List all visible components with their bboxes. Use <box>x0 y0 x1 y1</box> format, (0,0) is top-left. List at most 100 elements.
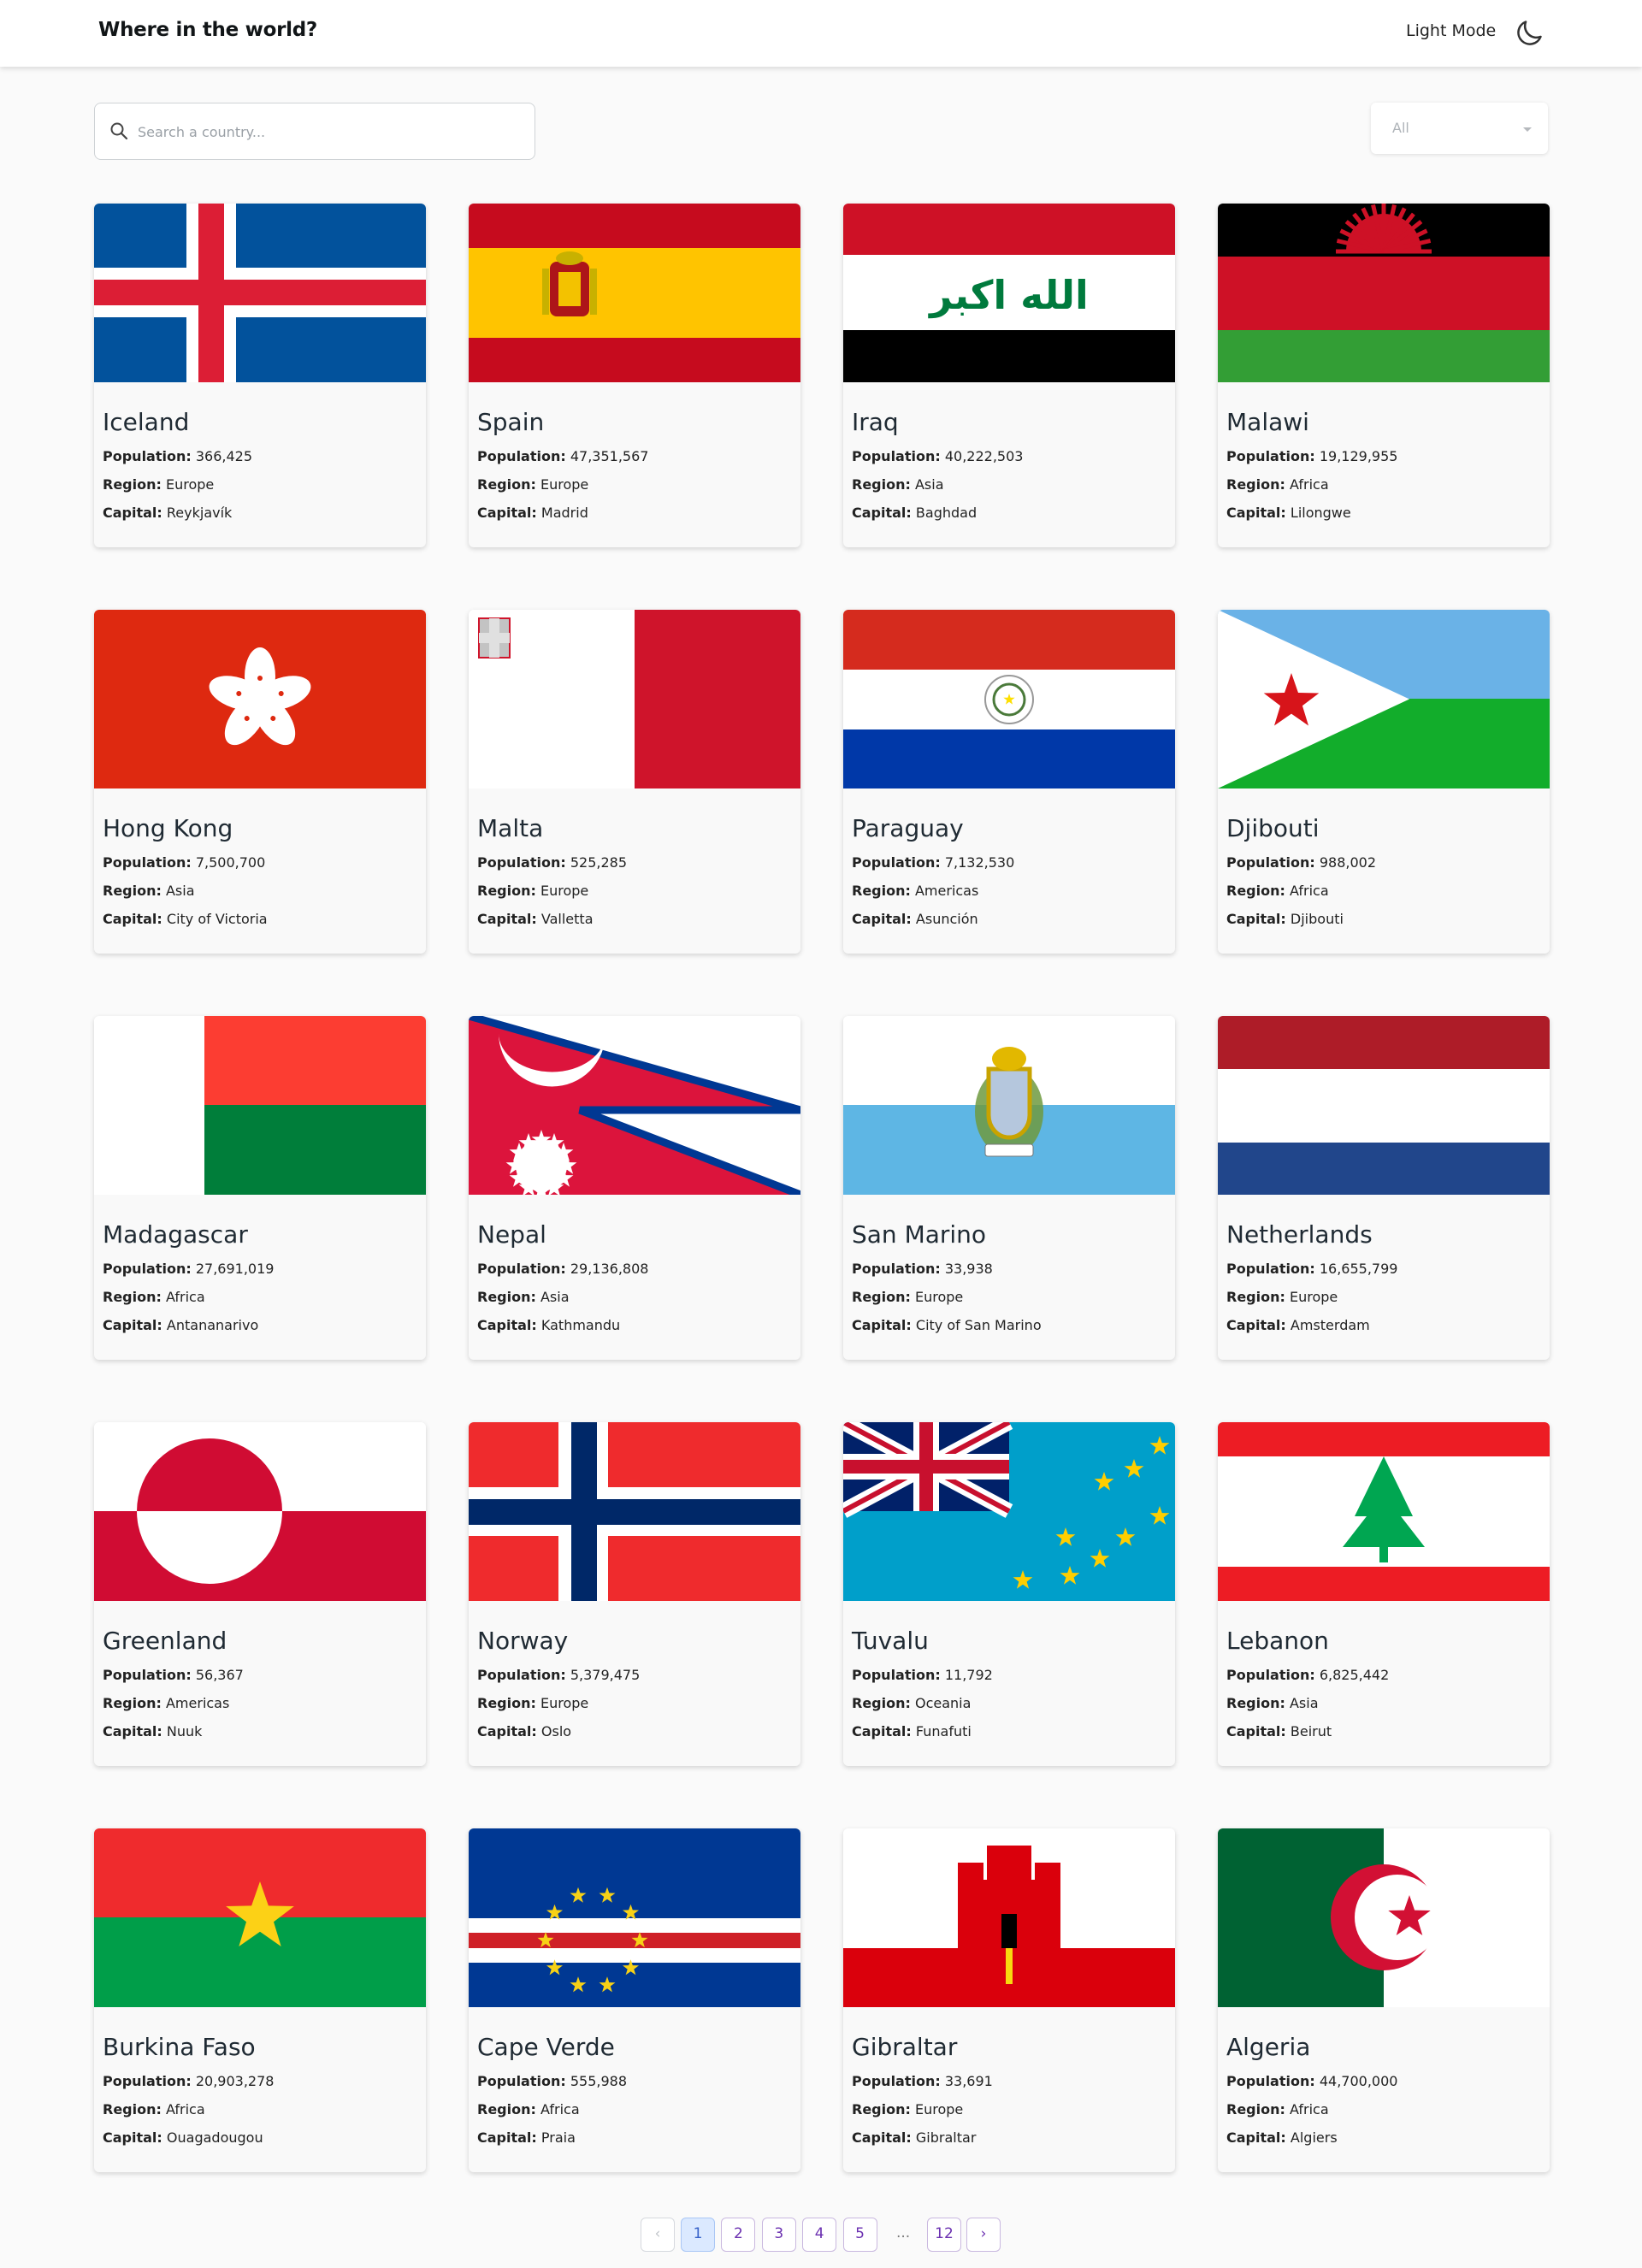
country-name[interactable]: Hong Kong <box>103 814 233 842</box>
country-card[interactable]: Algeria Population: 44,700,000 Region: A… <box>1218 1828 1550 2172</box>
gibraltar-flag-image[interactable] <box>843 1828 1175 2007</box>
country-name[interactable]: Burkina Faso <box>103 2033 256 2061</box>
region-label: Region: <box>852 1289 911 1305</box>
population-row: Population: 988,002 <box>1226 854 1376 871</box>
country-card[interactable]: Malta Population: 525,285 Region: Europe… <box>469 610 800 954</box>
country-card[interactable]: Spain Population: 47,351,567 Region: Eur… <box>469 204 800 547</box>
search-input[interactable] <box>138 116 514 147</box>
djibouti-flag-image[interactable] <box>1218 610 1550 788</box>
region-row: Region: Europe <box>852 1289 963 1305</box>
population-row: Population: 44,700,000 <box>1226 2073 1397 2089</box>
country-name[interactable]: Tuvalu <box>852 1627 929 1655</box>
region-row: Region: Europe <box>1226 1289 1338 1305</box>
moon-icon[interactable] <box>1513 17 1545 50</box>
capital-value: Praia <box>540 2129 576 2146</box>
region-value: Asia <box>165 883 195 899</box>
country-card[interactable]: Burkina Faso Population: 20,903,278 Regi… <box>94 1828 426 2172</box>
netherlands-flag-image[interactable] <box>1218 1016 1550 1195</box>
norway-flag-image[interactable] <box>469 1422 800 1601</box>
country-card[interactable]: Iceland Population: 366,425 Region: Euro… <box>94 204 426 547</box>
region-row: Region: Europe <box>477 1695 588 1711</box>
country-name[interactable]: Greenland <box>103 1627 227 1655</box>
country-card[interactable]: Netherlands Population: 16,655,799 Regio… <box>1218 1016 1550 1360</box>
country-card[interactable]: Norway Population: 5,379,475 Region: Eur… <box>469 1422 800 1766</box>
lebanon-flag-image[interactable] <box>1218 1422 1550 1601</box>
hong-kong-flag-image[interactable] <box>94 610 426 788</box>
country-name[interactable]: Gibraltar <box>852 2033 957 2061</box>
country-name[interactable]: Paraguay <box>852 814 964 842</box>
algeria-flag-image[interactable] <box>1218 1828 1550 2007</box>
region-label: Region: <box>103 476 162 493</box>
iceland-flag-image[interactable] <box>94 204 426 382</box>
next-page-button[interactable]: › <box>966 2218 1001 2252</box>
country-name[interactable]: Lebanon <box>1226 1627 1329 1655</box>
country-name[interactable]: Iceland <box>103 408 189 436</box>
prev-page-button[interactable]: ‹ <box>641 2218 675 2252</box>
country-name[interactable]: Madagascar <box>103 1220 248 1249</box>
capital-value: Amsterdam <box>1290 1317 1370 1333</box>
malta-flag-image[interactable] <box>469 610 800 788</box>
country-card[interactable]: الله اكبر Iraq Population: 40,222,503 Re… <box>843 204 1175 547</box>
capital-label: Capital: <box>103 1317 162 1333</box>
iraq-flag-image[interactable]: الله اكبر <box>843 204 1175 382</box>
spain-flag-image[interactable] <box>469 204 800 382</box>
country-name[interactable]: Djibouti <box>1226 814 1320 842</box>
country-name[interactable]: Malta <box>477 814 543 842</box>
san-marino-flag-image[interactable] <box>843 1016 1175 1195</box>
page-button-1[interactable]: 1 <box>681 2218 715 2252</box>
top-bar: Where in the world? Light Mode <box>0 0 1642 67</box>
country-card[interactable]: Nepal Population: 29,136,808 Region: Asi… <box>469 1016 800 1360</box>
page-button-3[interactable]: 3 <box>761 2218 796 2252</box>
paraguay-flag-image[interactable] <box>843 610 1175 788</box>
burkina-faso-flag-image[interactable] <box>94 1828 426 2007</box>
country-card[interactable]: San Marino Population: 33,938 Region: Eu… <box>843 1016 1175 1360</box>
capital-label: Capital: <box>103 2129 162 2146</box>
country-name[interactable]: Algeria <box>1226 2033 1310 2061</box>
country-name[interactable]: Nepal <box>477 1220 546 1249</box>
cape-verde-flag-image[interactable] <box>469 1828 800 2007</box>
country-card[interactable]: Cape Verde Population: 555,988 Region: A… <box>469 1828 800 2172</box>
country-card[interactable]: Greenland Population: 56,367 Region: Ame… <box>94 1422 426 1766</box>
capital-value: Beirut <box>1290 1723 1332 1739</box>
region-filter-select[interactable]: All <box>1371 103 1548 154</box>
page-button-12[interactable]: 12 <box>927 2218 961 2252</box>
country-name[interactable]: San Marino <box>852 1220 986 1249</box>
country-card[interactable]: Tuvalu Population: 11,792 Region: Oceani… <box>843 1422 1175 1766</box>
capital-row: Capital: Reykjavík <box>103 505 232 521</box>
country-name[interactable]: Netherlands <box>1226 1220 1373 1249</box>
country-name[interactable]: Malawi <box>1226 408 1309 436</box>
theme-toggle-label[interactable]: Light Mode <box>1406 21 1496 40</box>
nepal-flag-image[interactable] <box>469 1016 800 1195</box>
page-button-2[interactable]: 2 <box>721 2218 756 2252</box>
region-value: Africa <box>165 1289 205 1305</box>
country-card[interactable]: Paraguay Population: 7,132,530 Region: A… <box>843 610 1175 954</box>
region-label: Region: <box>1226 476 1285 493</box>
country-card[interactable]: Djibouti Population: 988,002 Region: Afr… <box>1218 610 1550 954</box>
region-value: Europe <box>165 476 215 493</box>
capital-value: Djibouti <box>1290 911 1344 927</box>
capital-row: Capital: Algiers <box>1226 2129 1338 2146</box>
capital-row: Capital: Valletta <box>477 911 594 927</box>
country-card[interactable]: Madagascar Population: 27,691,019 Region… <box>94 1016 426 1360</box>
capital-value: Madrid <box>540 505 588 521</box>
greenland-flag-image[interactable] <box>94 1422 426 1601</box>
country-name[interactable]: Cape Verde <box>477 2033 615 2061</box>
country-card[interactable]: Gibraltar Population: 33,691 Region: Eur… <box>843 1828 1175 2172</box>
region-row: Region: Asia <box>477 1289 570 1305</box>
country-name[interactable]: Spain <box>477 408 544 436</box>
country-card[interactable]: Hong Kong Population: 7,500,700 Region: … <box>94 610 426 954</box>
population-label: Population: <box>103 448 192 464</box>
page-button-4[interactable]: 4 <box>802 2218 837 2252</box>
tuvalu-flag-image[interactable] <box>843 1422 1175 1601</box>
country-card[interactable]: Lebanon Population: 6,825,442 Region: As… <box>1218 1422 1550 1766</box>
country-name[interactable]: Norway <box>477 1627 568 1655</box>
region-label: Region: <box>852 2101 911 2117</box>
region-label: Region: <box>1226 1695 1285 1711</box>
country-card[interactable]: Malawi Population: 19,129,955 Region: Af… <box>1218 204 1550 547</box>
page-button-5[interactable]: 5 <box>842 2218 877 2252</box>
region-value: Americas <box>914 883 979 899</box>
population-row: Population: 7,500,700 <box>103 854 265 871</box>
madagascar-flag-image[interactable] <box>94 1016 426 1195</box>
country-name[interactable]: Iraq <box>852 408 899 436</box>
malawi-flag-image[interactable] <box>1218 204 1550 382</box>
